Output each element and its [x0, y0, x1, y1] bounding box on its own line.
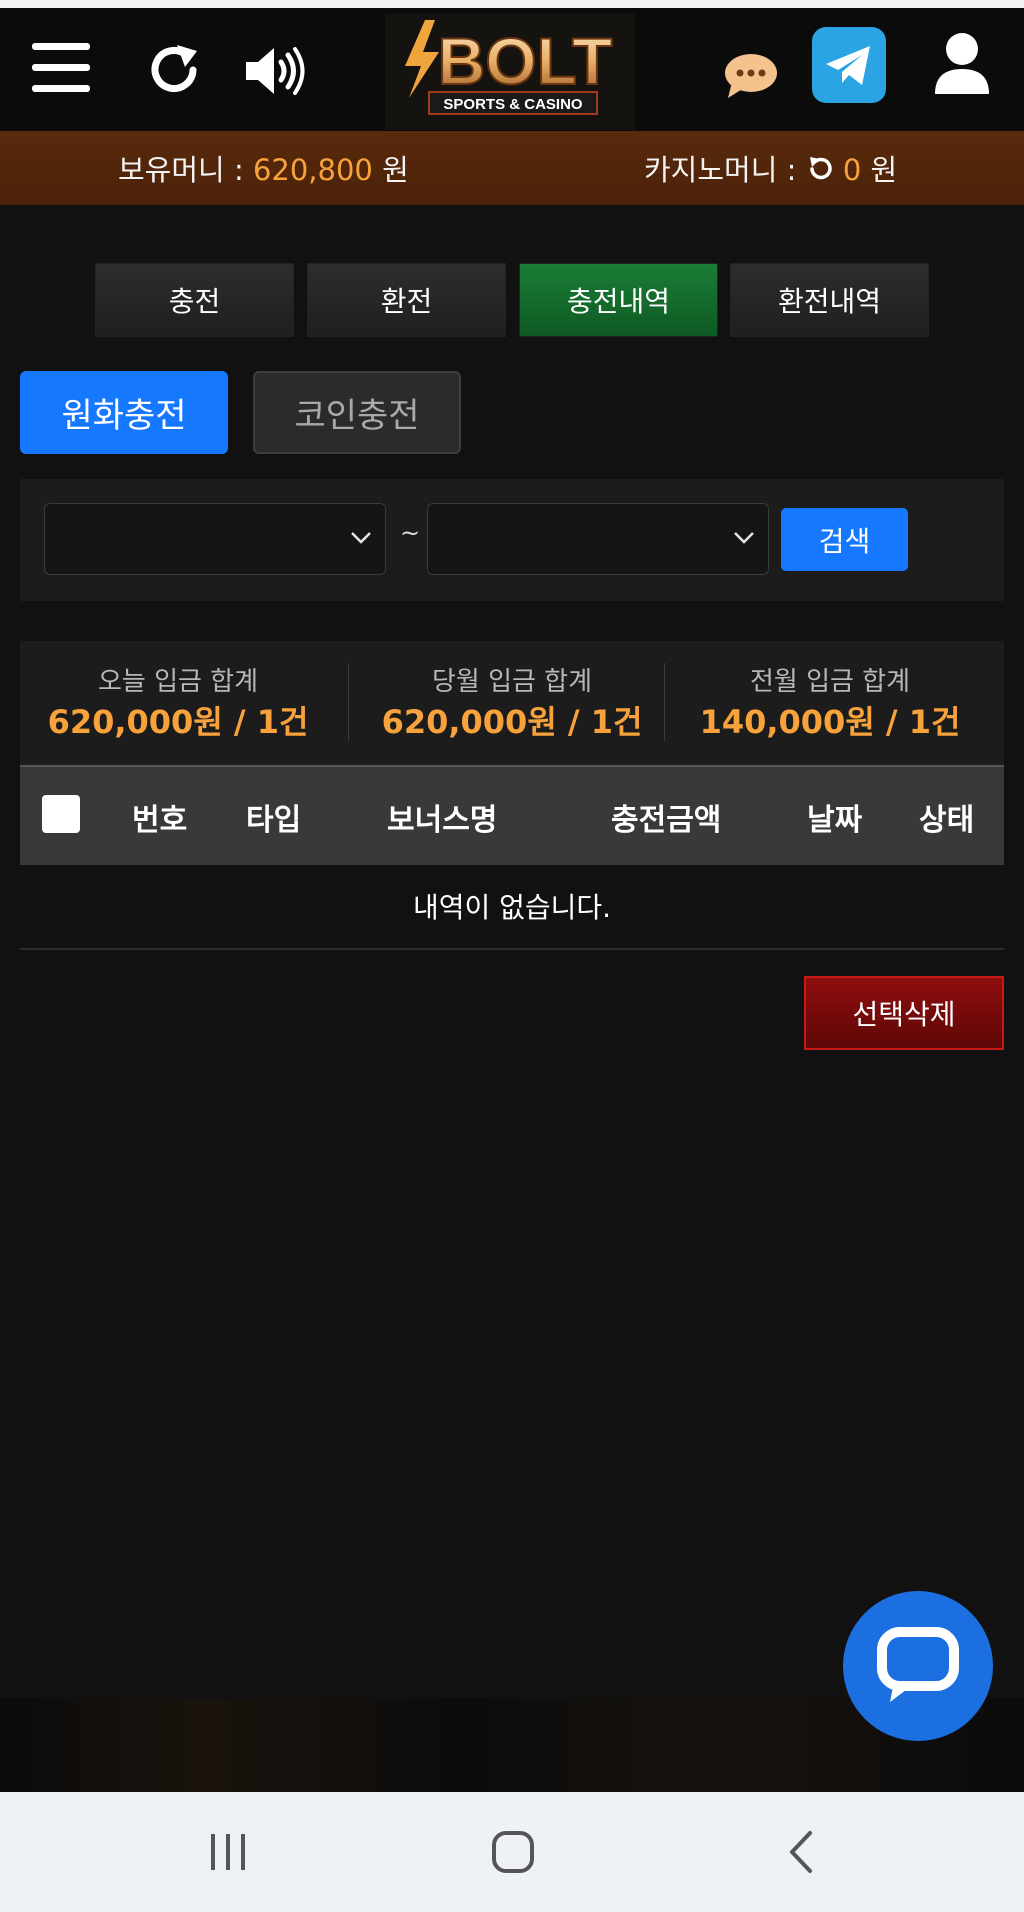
subtab-krw-deposit[interactable]: 원화충전 — [20, 371, 228, 454]
casino-money-amount: 0 — [842, 153, 862, 187]
tab-deposit-history[interactable]: 충전내역 — [519, 263, 718, 337]
telegram-icon[interactable] — [812, 27, 886, 103]
user-icon[interactable] — [933, 32, 991, 96]
home-button[interactable] — [453, 1792, 573, 1912]
column-date: 날짜 — [807, 803, 863, 838]
column-status: 상태 — [919, 803, 975, 838]
hamburger-menu-icon[interactable] — [32, 41, 92, 95]
logo-subtitle: SPORTS & CASINO — [443, 96, 583, 113]
summary-last-month: 전월 입금 합계 140,000원 / 1건 — [672, 641, 988, 765]
summary-today-value: 620,000원 / 1건 — [47, 703, 309, 741]
empty-table-message: 내역이 없습니다. — [20, 866, 1004, 950]
recent-apps-button[interactable] — [168, 1792, 288, 1912]
summary-today: 오늘 입금 합계 620,000원 / 1건 — [20, 641, 336, 765]
casino-money-unit: 원 — [870, 153, 898, 187]
chat-bubble-icon[interactable] — [724, 52, 778, 100]
header: BOLT SPORTS & CASINO — [0, 8, 1024, 131]
recent-apps-icon — [211, 1834, 245, 1870]
summary-this-month-label: 당월 입금 합계 — [431, 667, 593, 697]
date-filter: ~ 검색 — [20, 479, 1004, 601]
column-bonus-name: 보너스명 — [387, 803, 498, 838]
speaker-icon[interactable] — [244, 45, 306, 97]
held-money-label: 보유머니 : — [118, 153, 244, 187]
home-icon — [492, 1831, 534, 1873]
held-money: 보유머니 : 620,800 원 — [118, 147, 409, 189]
bolt-logo[interactable]: BOLT SPORTS & CASINO — [385, 14, 635, 130]
back-icon — [790, 1831, 812, 1873]
table-header: 번호 타입 보너스명 충전금액 날짜 상태 — [20, 765, 1004, 865]
summary-last-month-value: 140,000원 / 1건 — [699, 703, 961, 741]
status-top-line — [0, 0, 1024, 8]
held-money-amount: 620,800 — [252, 153, 373, 187]
chat-support-button[interactable] — [843, 1591, 993, 1741]
tab-withdraw[interactable]: 환전 — [307, 263, 506, 337]
chevron-down-icon — [351, 532, 371, 544]
column-number: 번호 — [132, 803, 188, 838]
column-deposit-amount: 충전금액 — [611, 803, 722, 838]
search-button[interactable]: 검색 — [781, 508, 908, 571]
column-type: 타입 — [246, 803, 302, 838]
deposit-summary: 오늘 입금 합계 620,000원 / 1건 당월 입금 합계 620,000원… — [20, 641, 1004, 765]
casino-money: 카지노머니 : 0 원 — [644, 147, 897, 189]
back-button[interactable] — [741, 1792, 861, 1912]
chat-support-icon — [877, 1627, 959, 1702]
summary-divider — [664, 663, 665, 741]
summary-this-month: 당월 입금 합계 620,000원 / 1건 — [354, 641, 670, 765]
subtab-coin-deposit[interactable]: 코인충전 — [253, 371, 461, 454]
select-all-checkbox[interactable] — [42, 795, 80, 833]
chevron-down-icon — [734, 532, 754, 544]
tab-withdraw-history[interactable]: 환전내역 — [730, 263, 929, 337]
tab-deposit[interactable]: 충전 — [95, 263, 294, 337]
delete-selected-button[interactable]: 선택삭제 — [804, 976, 1004, 1050]
end-date-select[interactable] — [427, 503, 769, 575]
casino-refresh-icon[interactable] — [806, 155, 834, 183]
start-date-select[interactable] — [44, 503, 386, 575]
main-tabs: 충전 환전 충전내역 환전내역 — [95, 263, 929, 337]
summary-divider — [348, 663, 349, 741]
held-money-unit: 원 — [382, 153, 409, 187]
casino-money-label: 카지노머니 : — [644, 153, 797, 187]
balance-bar: 보유머니 : 620,800 원 카지노머니 : 0 원 — [0, 131, 1024, 205]
refresh-icon[interactable] — [147, 43, 201, 97]
summary-last-month-label: 전월 입금 합계 — [749, 667, 911, 697]
range-tilde: ~ — [400, 519, 421, 547]
summary-today-label: 오늘 입금 합계 — [97, 667, 259, 697]
summary-this-month-value: 620,000원 / 1건 — [381, 703, 643, 741]
system-navigation-bar — [0, 1792, 1024, 1912]
logo-title: BOLT — [438, 24, 613, 98]
